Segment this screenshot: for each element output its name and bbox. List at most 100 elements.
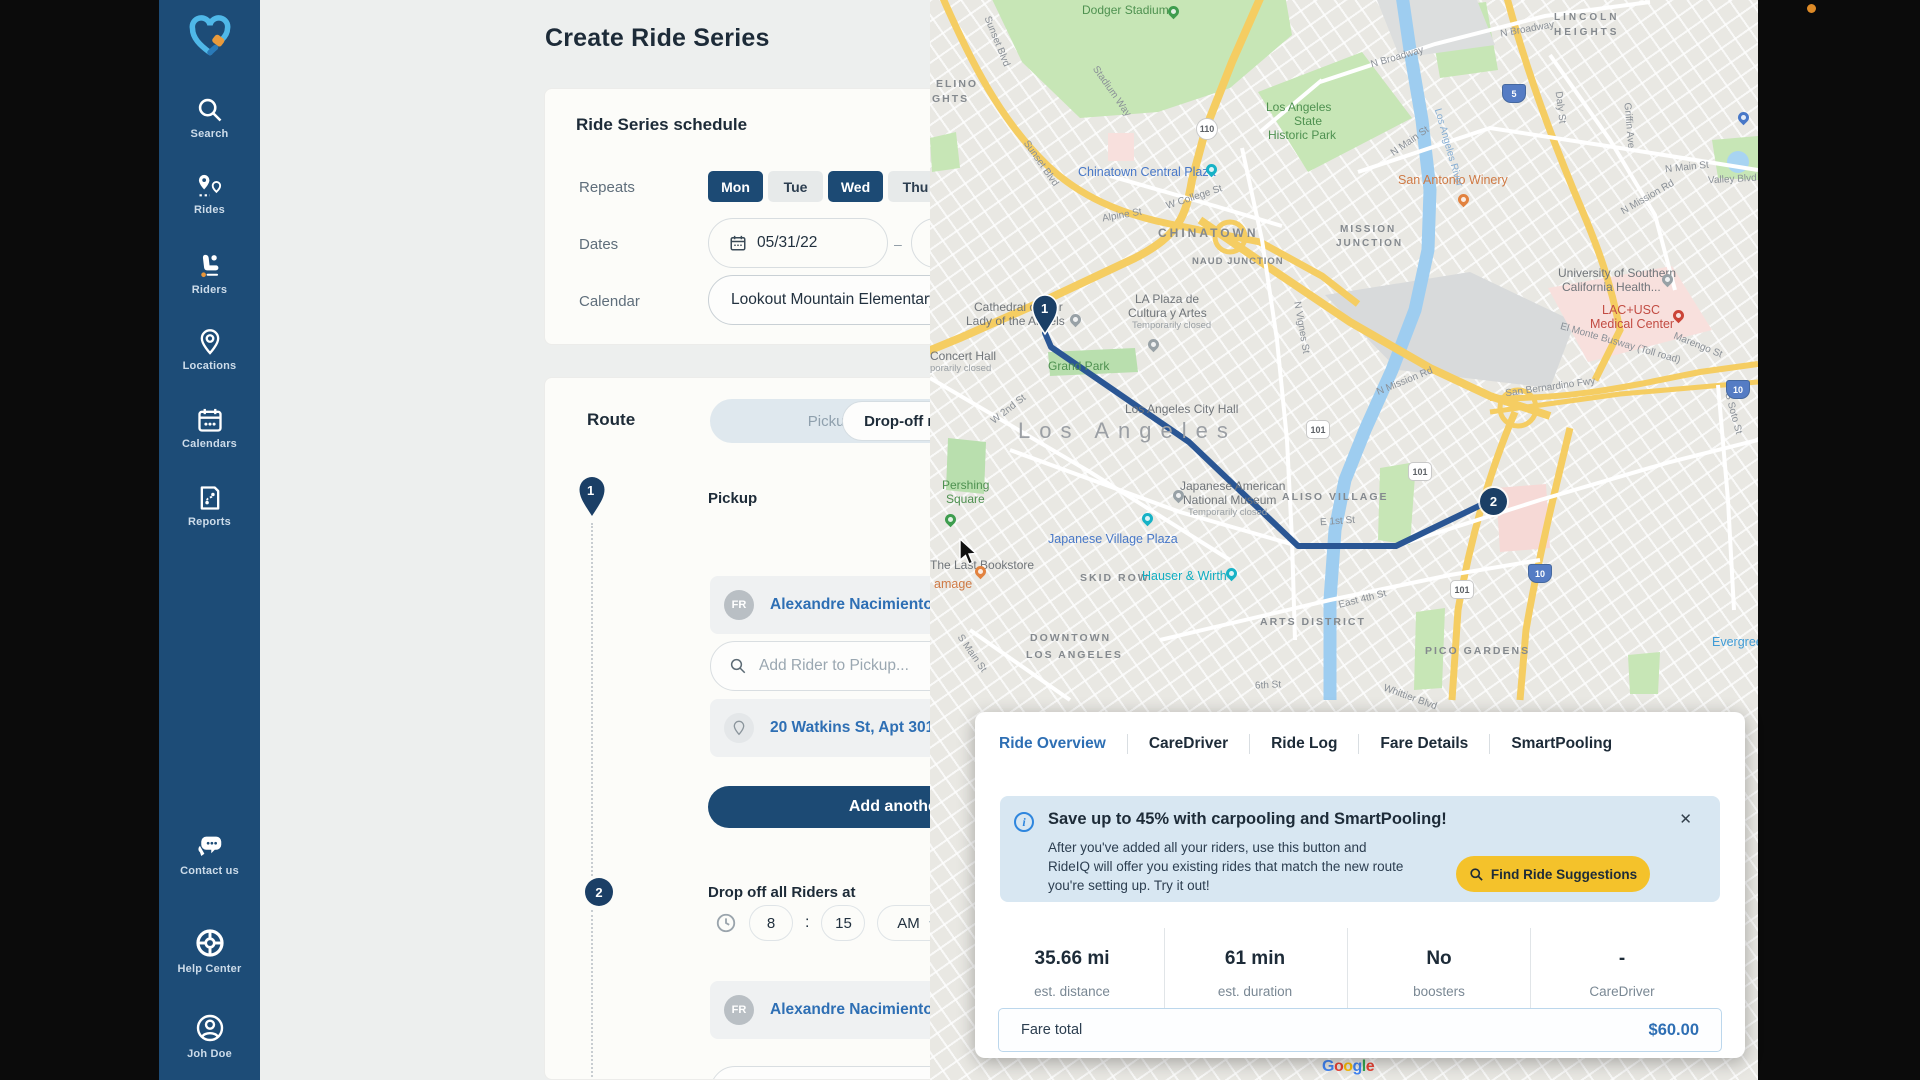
tab-ride-overview[interactable]: Ride Overview <box>999 735 1106 753</box>
sidebar-item-label: Contact us <box>159 865 260 877</box>
route-marker-2-number: 2 <box>1490 494 1497 509</box>
tab-smartpooling[interactable]: SmartPooling <box>1511 735 1612 753</box>
rider-avatar: FR <box>724 995 754 1025</box>
map-label: Los Angeles <box>1018 418 1237 444</box>
stat-label: est. duration <box>1175 984 1335 999</box>
hour-input[interactable]: 8 <box>749 905 793 941</box>
banner-text: RideIQ will offer you existing rides tha… <box>1048 859 1403 874</box>
highway-shield: 5 <box>1502 84 1526 103</box>
stat-divider <box>1347 928 1348 1008</box>
repeats-label: Repeats <box>579 179 635 196</box>
find-ride-suggestions-button[interactable]: Find Ride Suggestions <box>1456 856 1650 892</box>
day-pill-tue[interactable]: Tue <box>768 171 823 202</box>
calendar-select-value: Lookout Mountain Elementary <box>731 291 937 309</box>
rider-name[interactable]: Alexandre Nacimiento <box>770 596 933 613</box>
sidebar-item-label: Locations <box>159 360 260 372</box>
highway-shield: 110 <box>1196 118 1218 140</box>
fare-total-value: $60.00 <box>1649 1021 1699 1040</box>
map-label: Los Angeles City Hall <box>1125 402 1238 416</box>
map-label: Hauser & Wirth <box>1142 569 1227 583</box>
search-icon <box>1469 867 1484 882</box>
sidebar-item-contact-us[interactable]: Contact us <box>159 831 260 877</box>
search-icon <box>729 657 747 675</box>
sidebar-item-label: Joh Doe <box>159 1048 260 1060</box>
date-start-input[interactable]: 05/31/22 <box>708 218 888 268</box>
map-label: NAUD JUNCTION <box>1192 256 1284 267</box>
google-letter: e <box>1366 1058 1374 1075</box>
sidebar-item-calendars[interactable]: Calendars <box>159 406 260 450</box>
day-pill-mon[interactable]: Mon <box>708 171 763 202</box>
stat-label: boosters <box>1359 984 1519 999</box>
find-ride-suggestions-label[interactable]: Find Ride Suggestions <box>1491 867 1637 882</box>
meridiem-value: AM <box>897 915 920 932</box>
tab-ride-log[interactable]: Ride Log <box>1271 735 1337 753</box>
map-label: PICO GARDENS <box>1425 645 1530 657</box>
date-range-dash: – <box>894 236 902 252</box>
map-label: Medical Center <box>1590 317 1674 331</box>
route-section-title: Route <box>587 410 635 430</box>
create-ride-series-panel: Create Ride Series Cancel Save ▼ Ride Se… <box>260 0 930 1080</box>
smartpooling-banner: i Save up to 45% with carpooling and Sma… <box>1000 796 1720 902</box>
sidebar-item-label: Rides <box>159 204 260 216</box>
map-label: Japanese American <box>1180 479 1285 493</box>
highway-shield: 101 <box>1408 462 1432 481</box>
map-label: LOS ANGELES <box>1026 649 1123 661</box>
stat-value: - <box>1542 948 1702 970</box>
google-letter: o <box>1343 1058 1352 1075</box>
calendar-label: Calendar <box>579 293 640 310</box>
map-label: Square <box>946 492 985 506</box>
page-title: Create Ride Series <box>545 24 770 53</box>
map-label: Temporarily closed <box>1188 507 1267 518</box>
minute-input[interactable]: 15 <box>821 905 865 941</box>
stat-distance: 35.66 mi est. distance <box>992 948 1152 999</box>
day-pill-wed[interactable]: Wed <box>828 171 883 202</box>
tab-caredriver[interactable]: CareDriver <box>1149 735 1228 753</box>
map-label: CHINATOWN <box>1158 226 1259 240</box>
report-doc-icon <box>196 484 224 512</box>
panel-tabs: Ride Overview CareDriver Ride Log Fare D… <box>999 734 1612 754</box>
pickup-address-link[interactable]: 20 Watkins St, Apt 301 <box>770 719 934 737</box>
hopskipdrive-logo-icon[interactable] <box>187 14 233 63</box>
map-label: University of Southern <box>1558 266 1676 280</box>
banner-close-icon[interactable]: ✕ <box>1679 810 1692 828</box>
map-label: Japanese Village Plaza <box>1048 532 1178 546</box>
rider-name[interactable]: Alexandre Nacimiento <box>770 1001 933 1018</box>
car-seat-icon <box>196 252 224 280</box>
step2-number-badge: 2 <box>585 878 613 906</box>
route-marker-2[interactable]: 2 <box>1480 488 1507 515</box>
sidebar-item-rides[interactable]: Rides <box>159 172 260 216</box>
stat-value: 61 min <box>1175 948 1335 970</box>
stat-value: No <box>1359 948 1519 970</box>
google-letter: G <box>1322 1058 1334 1075</box>
calendar-icon <box>196 406 224 434</box>
google-letter: o <box>1334 1058 1343 1075</box>
schedule-section-title: Ride Series schedule <box>576 115 747 135</box>
map-label: California Health... <box>1562 280 1661 294</box>
map-label: HEIGHTS <box>1554 27 1619 38</box>
sidebar-item-search[interactable]: Search <box>159 96 260 140</box>
tab-divider <box>1358 734 1359 754</box>
chat-bubbles-icon <box>195 831 225 861</box>
map-label: Los Angeles <box>1266 100 1331 114</box>
step2-label: Drop off all Riders at <box>708 884 856 901</box>
sidebar-item-riders[interactable]: Riders <box>159 252 260 296</box>
sidebar-item-locations[interactable]: Locations <box>159 328 260 372</box>
sidebar-item-reports[interactable]: Reports <box>159 484 260 528</box>
tab-divider <box>1127 734 1128 754</box>
route-pins-icon <box>196 172 224 200</box>
clock-icon <box>715 912 737 934</box>
sidebar-item-label: Reports <box>159 516 260 528</box>
route-connector-line <box>591 523 593 876</box>
sidebar-item-profile[interactable]: Joh Doe <box>159 1012 260 1060</box>
map-label: SKID ROW <box>1080 572 1150 584</box>
sidebar-item-help-center[interactable]: Help Center <box>159 927 260 975</box>
time-colon: : <box>805 914 809 932</box>
dates-label: Dates <box>579 236 618 253</box>
sidebar: Search Rides Riders Locations Calendars … <box>159 0 260 1080</box>
address-pin-icon <box>724 713 754 743</box>
map-label: Concert Hall <box>930 349 996 363</box>
user-avatar-icon <box>194 1012 226 1044</box>
tab-fare-details[interactable]: Fare Details <box>1380 735 1468 753</box>
stat-label: CareDriver <box>1542 984 1702 999</box>
mouse-cursor <box>958 538 978 566</box>
